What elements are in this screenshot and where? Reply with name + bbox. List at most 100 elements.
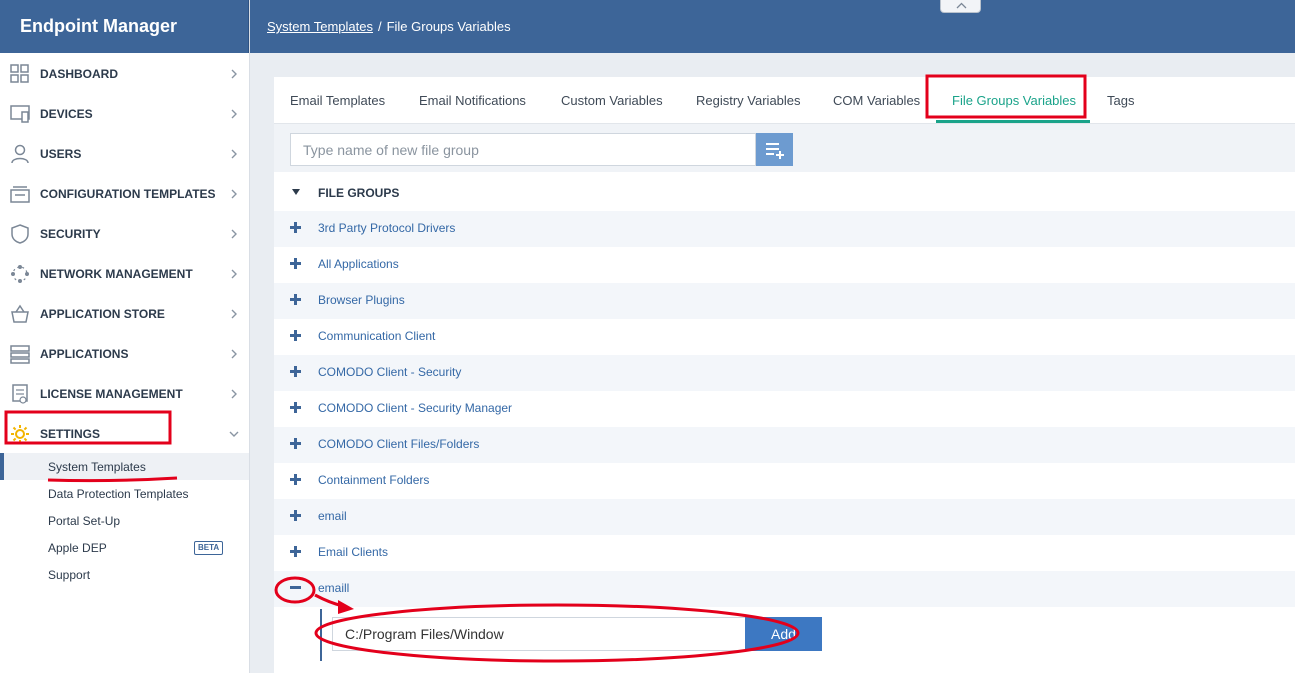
applications-icon: [10, 345, 30, 364]
file-group-toolbar: [274, 124, 1295, 172]
file-group-row[interactable]: Containment Folders: [274, 463, 1295, 499]
tab-bar: Email Templates Email Notifications Cust…: [274, 77, 1295, 124]
user-icon: [11, 144, 29, 164]
file-groups-title: FILE GROUPS: [318, 186, 400, 200]
sidebar-item-settings[interactable]: SETTINGS: [0, 414, 249, 454]
file-group-row[interactable]: Communication Client: [274, 319, 1295, 355]
sidebar-subitem-portal-setup[interactable]: Portal Set-Up: [0, 507, 249, 534]
file-groups-header[interactable]: FILE GROUPS: [274, 175, 1295, 211]
sidebar-subitem-apple-dep[interactable]: Apple DEP BETA: [0, 534, 249, 561]
file-group-row[interactable]: 3rd Party Protocol Drivers: [274, 211, 1295, 247]
expand-plus-icon[interactable]: [290, 510, 301, 521]
sidebar-item-label: USERS: [40, 147, 82, 161]
chevron-right-icon: [231, 69, 237, 79]
file-group-name[interactable]: All Applications: [318, 257, 399, 271]
file-group-row-expanded[interactable]: emaill: [274, 571, 1295, 607]
sidebar-item-label: NETWORK MANAGEMENT: [40, 267, 193, 281]
dashboard-icon: [10, 64, 29, 83]
add-list-icon: [765, 142, 784, 159]
header-collapse-handle[interactable]: [940, 0, 981, 13]
tab-file-groups-variables[interactable]: File Groups Variables: [952, 93, 1076, 108]
sidebar-item-dashboard[interactable]: DASHBOARD: [0, 54, 249, 94]
breadcrumb-parent-link[interactable]: System Templates: [267, 19, 373, 34]
add-path-button[interactable]: Add: [745, 617, 822, 651]
chevron-right-icon: [231, 109, 237, 119]
new-file-group-input[interactable]: [290, 133, 756, 166]
sidebar-item-application-store[interactable]: APPLICATION STORE: [0, 294, 249, 334]
file-group-name[interactable]: Communication Client: [318, 329, 435, 343]
tab-tags[interactable]: Tags: [1107, 93, 1134, 108]
file-group-name[interactable]: Browser Plugins: [318, 293, 405, 307]
expand-plus-icon[interactable]: [290, 330, 301, 341]
breadcrumb-separator: /: [377, 19, 382, 34]
tab-com-variables[interactable]: COM Variables: [833, 93, 920, 108]
sidebar-item-label: DASHBOARD: [40, 67, 118, 81]
collapse-minus-icon[interactable]: [290, 586, 301, 589]
chevron-right-icon: [231, 349, 237, 359]
sidebar-item-label: SECURITY: [40, 227, 101, 241]
breadcrumb: System Templates / File Groups Variables: [267, 19, 511, 34]
sidebar-item-label: DEVICES: [40, 107, 93, 121]
chevron-right-icon: [231, 149, 237, 159]
breadcrumb-current: File Groups Variables: [386, 19, 511, 34]
sidebar-item-label: APPLICATIONS: [40, 347, 129, 361]
file-group-name[interactable]: 3rd Party Protocol Drivers: [318, 221, 455, 235]
file-group-name[interactable]: COMODO Client - Security: [318, 365, 461, 379]
sidebar-item-security[interactable]: SECURITY: [0, 214, 249, 254]
expand-plus-icon[interactable]: [290, 546, 301, 557]
chevron-right-icon: [231, 309, 237, 319]
expand-plus-icon[interactable]: [290, 438, 301, 449]
expand-plus-icon[interactable]: [290, 258, 301, 269]
sidebar-subitem-data-protection-templates[interactable]: Data Protection Templates: [0, 480, 249, 507]
chevron-right-icon: [231, 229, 237, 239]
file-group-row[interactable]: Browser Plugins: [274, 283, 1295, 319]
expand-plus-icon[interactable]: [290, 222, 301, 233]
expand-plus-icon[interactable]: [290, 366, 301, 377]
file-group-name[interactable]: Containment Folders: [318, 473, 429, 487]
expand-plus-icon[interactable]: [290, 474, 301, 485]
file-path-input[interactable]: [332, 617, 746, 651]
sidebar-item-label: LICENSE MANAGEMENT: [40, 387, 183, 401]
file-group-name[interactable]: COMODO Client - Security Manager: [318, 401, 512, 415]
sidebar-item-label: CONFIGURATION TEMPLATES: [40, 187, 216, 201]
file-group-name[interactable]: Email Clients: [318, 545, 388, 559]
file-group-row[interactable]: Email Clients: [274, 535, 1295, 571]
chevron-up-icon: [956, 2, 967, 9]
caret-down-icon: [292, 189, 300, 195]
tab-email-notifications[interactable]: Email Notifications: [419, 93, 526, 108]
sidebar-subitem-support[interactable]: Support: [0, 561, 249, 588]
sidebar-item-configuration-templates[interactable]: CONFIGURATION TEMPLATES: [0, 174, 249, 214]
file-group-name[interactable]: email: [318, 509, 347, 523]
sidebar-item-applications[interactable]: APPLICATIONS: [0, 334, 249, 374]
sidebar-subitem-system-templates[interactable]: System Templates: [0, 453, 249, 480]
sidebar-subitem-label: System Templates: [48, 459, 146, 474]
chevron-right-icon: [231, 389, 237, 399]
sidebar-item-devices[interactable]: DEVICES: [0, 94, 249, 134]
tab-custom-variables[interactable]: Custom Variables: [561, 93, 663, 108]
file-group-row[interactable]: COMODO Client - Security Manager: [274, 391, 1295, 427]
file-group-name[interactable]: COMODO Client Files/Folders: [318, 437, 479, 451]
basket-icon: [11, 304, 29, 323]
app-title: Endpoint Manager: [0, 0, 249, 53]
tab-email-templates[interactable]: Email Templates: [290, 93, 385, 108]
expand-plus-icon[interactable]: [290, 402, 301, 413]
content-card: Email Templates Email Notifications Cust…: [274, 77, 1295, 673]
file-group-row[interactable]: All Applications: [274, 247, 1295, 283]
add-file-group-button[interactable]: [756, 133, 793, 166]
chevron-right-icon: [231, 269, 237, 279]
chevron-right-icon: [231, 189, 237, 199]
sidebar-item-license-management[interactable]: LICENSE MANAGEMENT: [0, 374, 249, 414]
sidebar-item-network-management[interactable]: NETWORK MANAGEMENT: [0, 254, 249, 294]
sidebar-item-users[interactable]: USERS: [0, 134, 249, 174]
tab-registry-variables[interactable]: Registry Variables: [696, 93, 801, 108]
file-group-row[interactable]: email: [274, 499, 1295, 535]
file-group-row[interactable]: COMODO Client Files/Folders: [274, 427, 1295, 463]
expand-plus-icon[interactable]: [290, 294, 301, 305]
sidebar-subitem-label: Data Protection Templates: [48, 486, 189, 501]
file-group-name[interactable]: emaill: [318, 581, 349, 595]
network-icon: [11, 265, 29, 283]
sidebar-item-label: SETTINGS: [40, 427, 101, 441]
active-tab-indicator: [936, 120, 1090, 123]
file-group-row[interactable]: COMODO Client - Security: [274, 355, 1295, 391]
beta-badge: BETA: [194, 541, 224, 555]
